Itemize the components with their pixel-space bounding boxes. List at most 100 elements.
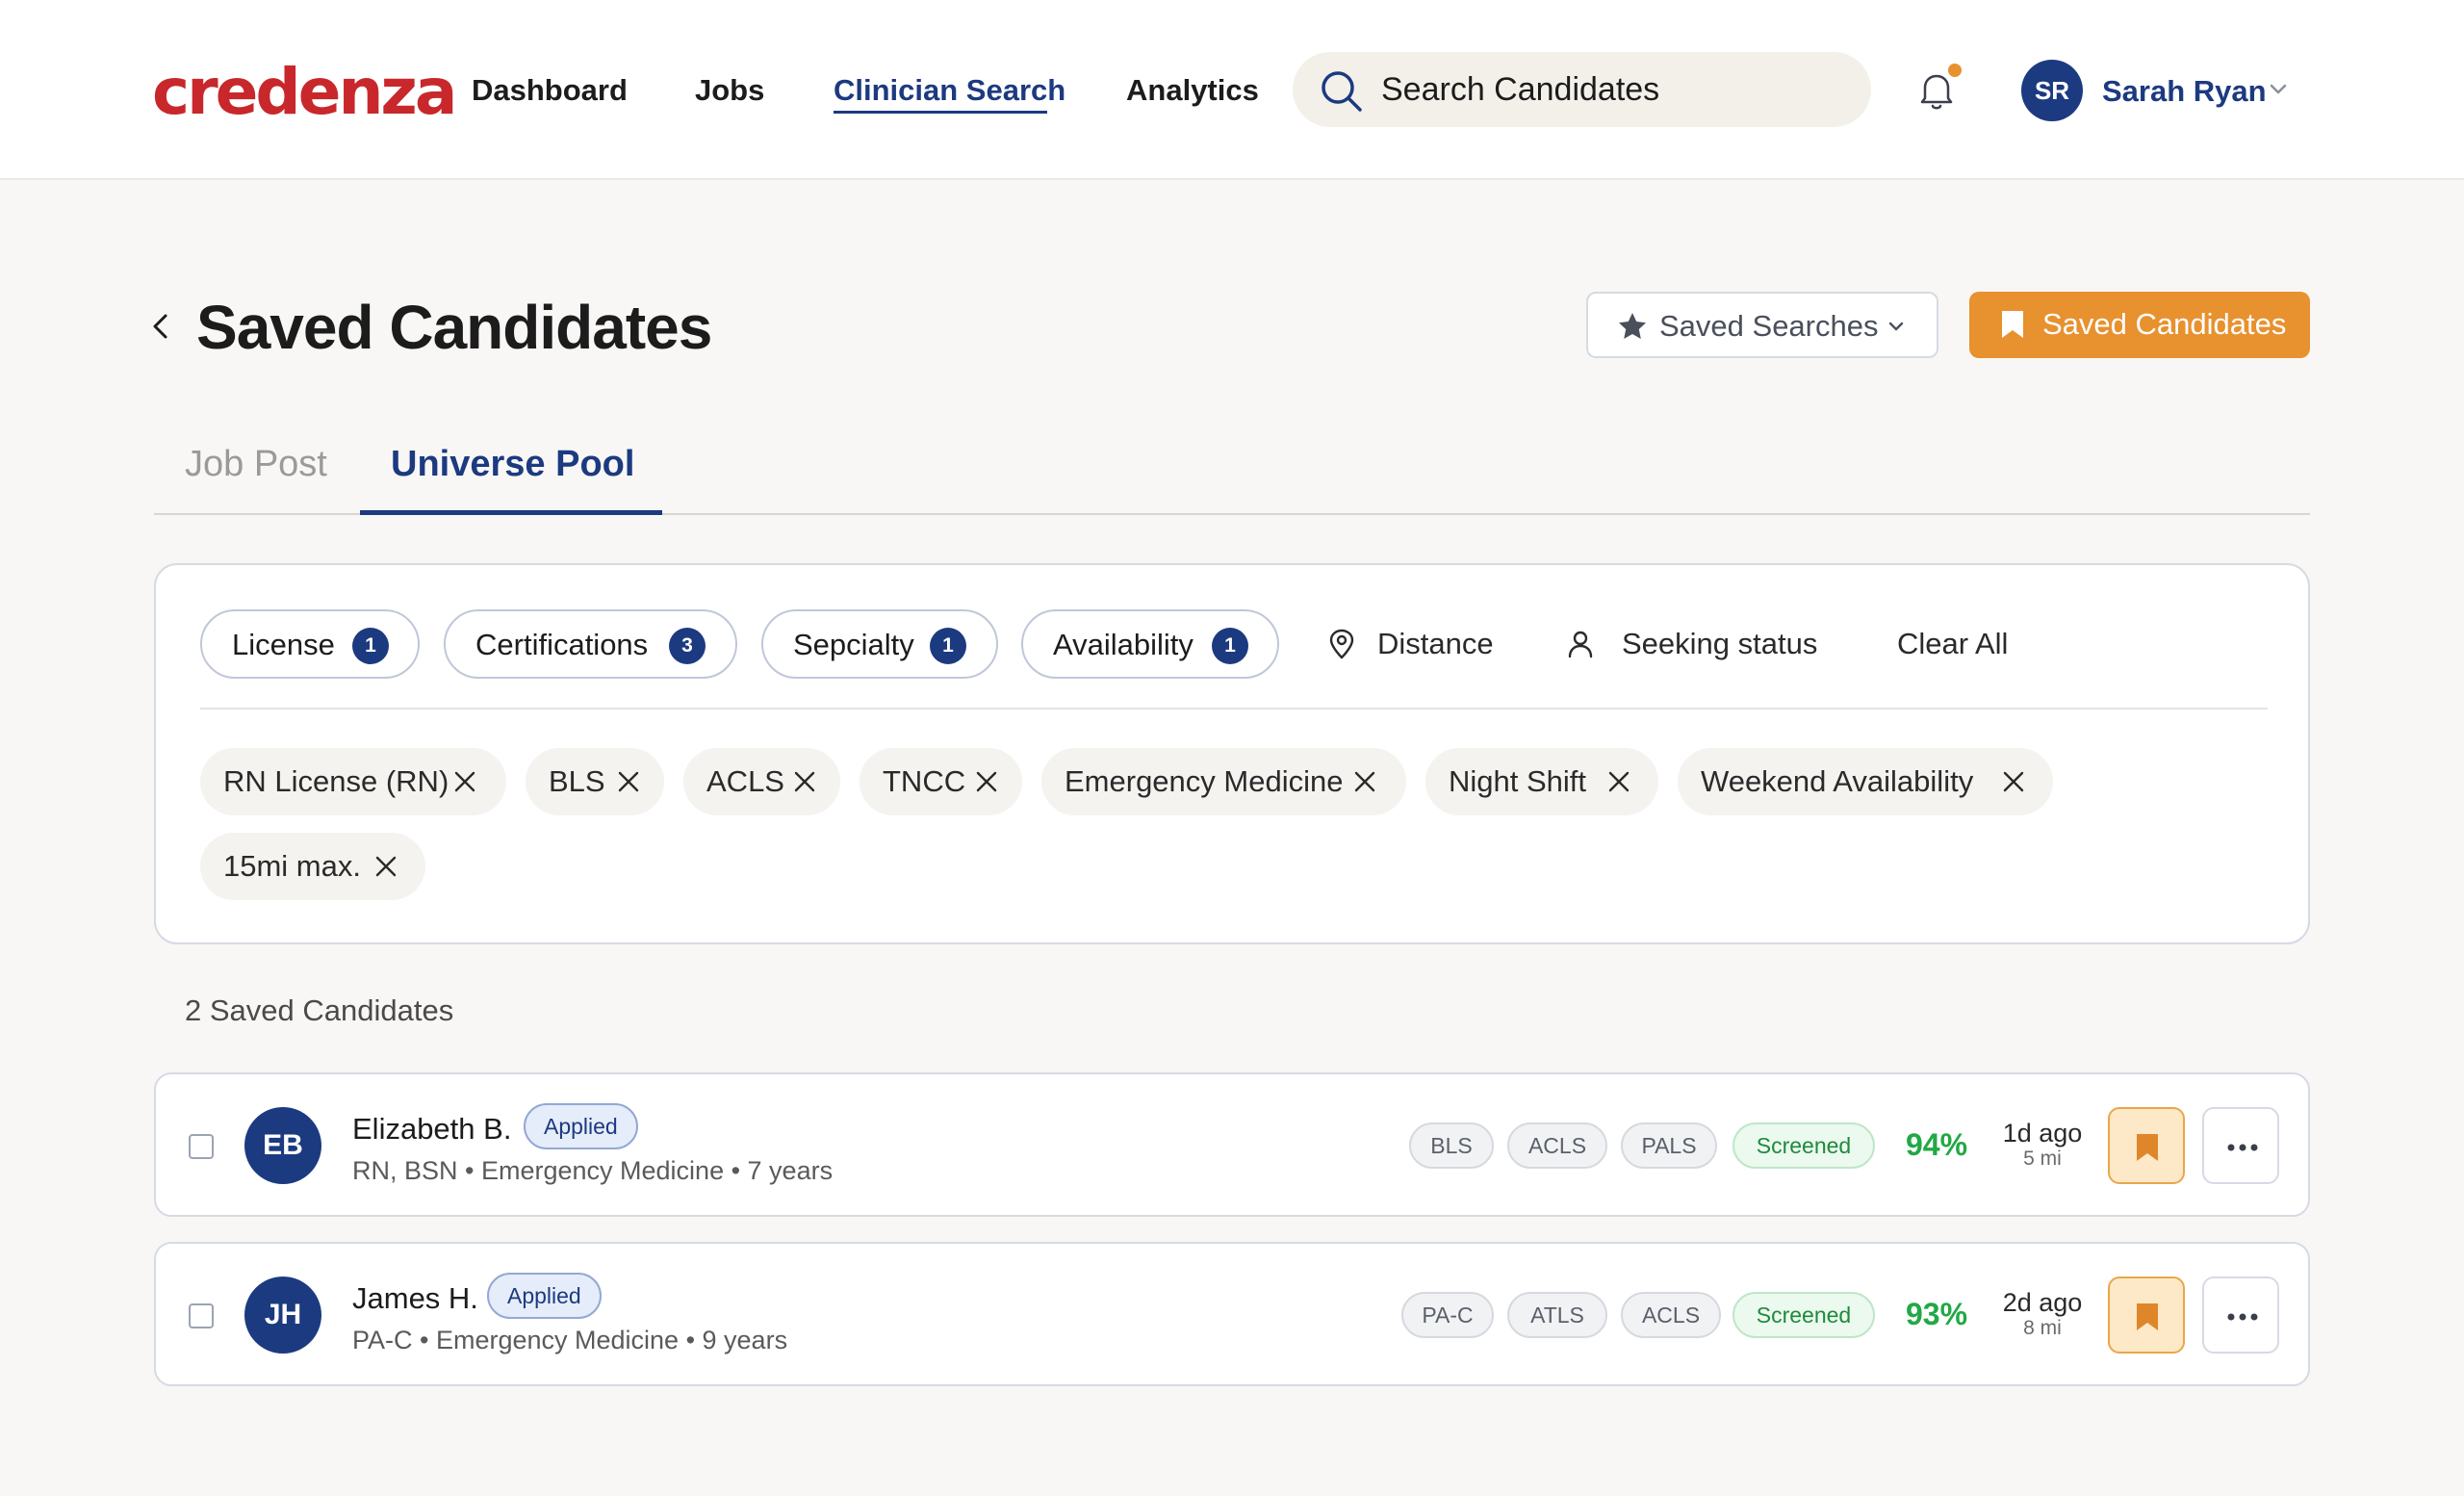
more-options-button[interactable] <box>2202 1107 2279 1184</box>
active-filter-tag[interactable]: Emergency Medicine <box>1041 748 1406 815</box>
filter-seeking-status[interactable]: Seeking status <box>1622 625 1817 663</box>
saved-searches-dropdown[interactable]: Saved Searches <box>1586 292 1938 358</box>
filter-count-badge: 3 <box>669 628 706 664</box>
select-checkbox[interactable] <box>189 1134 214 1159</box>
tag-label: Emergency Medicine <box>1065 764 1344 798</box>
filter-availability[interactable]: Availability 1 <box>1021 609 1279 679</box>
filter-label: Certifications <box>475 628 649 661</box>
close-icon[interactable] <box>616 769 641 794</box>
nav-analytics[interactable]: Analytics <box>1126 71 1259 110</box>
active-filter-tag[interactable]: Night Shift <box>1425 748 1658 815</box>
user-name[interactable]: Sarah Ryan <box>2102 72 2267 111</box>
saved-searches-label: Saved Searches <box>1659 309 1879 343</box>
bookmark-icon <box>2137 1134 2158 1161</box>
nav-active-indicator <box>834 111 1047 114</box>
clear-all-filters[interactable]: Clear All <box>1897 625 2008 663</box>
candidate-subtitle: PA-C • Emergency Medicine • 9 years <box>352 1326 788 1354</box>
filter-label: License <box>232 628 335 661</box>
active-filter-tag[interactable]: TNCC <box>860 748 1022 815</box>
bookmark-icon <box>2002 311 2023 338</box>
top-navigation-bar: credenza Dashboard Jobs Clinician Search… <box>0 0 2464 180</box>
nav-dashboard[interactable]: Dashboard <box>472 71 628 110</box>
filter-count-badge: 1 <box>930 628 966 664</box>
filter-panel: License 1 Certifications 3 Sepcialty 1 A… <box>154 563 2310 944</box>
cert-badge: ATLS <box>1507 1292 1607 1338</box>
filter-certifications[interactable]: Certifications 3 <box>444 609 737 679</box>
back-arrow-icon[interactable] <box>146 308 175 345</box>
candidate-avatar: EB <box>244 1107 321 1184</box>
status-badge: Applied <box>487 1273 602 1319</box>
more-icon <box>2227 1144 2258 1151</box>
tag-label: ACLS <box>706 764 784 798</box>
more-icon <box>2227 1313 2258 1321</box>
candidate-subtitle: RN, BSN • Emergency Medicine • 7 years <box>352 1156 834 1185</box>
candidate-avatar: JH <box>244 1277 321 1354</box>
status-badge: Applied <box>524 1103 638 1149</box>
tag-label: BLS <box>549 764 605 798</box>
user-avatar[interactable]: SR <box>2021 60 2083 121</box>
search-icon <box>1322 71 1362 112</box>
person-icon[interactable] <box>1566 629 1595 659</box>
cert-badge: PA-C <box>1401 1292 1494 1338</box>
save-candidate-button[interactable] <box>2108 1277 2185 1354</box>
candidate-card[interactable]: EB Elizabeth B. Applied RN, BSN • Emerge… <box>154 1072 2310 1217</box>
close-icon[interactable] <box>452 769 477 794</box>
close-icon[interactable] <box>974 769 999 794</box>
filter-distance[interactable]: Distance <box>1377 625 1494 663</box>
tab-job-post[interactable]: Job Post <box>185 443 327 485</box>
bookmark-icon <box>2137 1303 2158 1330</box>
active-filter-tag[interactable]: 15mi max. <box>200 833 425 900</box>
credenza-logo[interactable]: credenza <box>152 56 457 129</box>
more-options-button[interactable] <box>2202 1277 2279 1354</box>
tag-label: RN License (RN) <box>223 764 449 798</box>
saved-candidates-button[interactable]: Saved Candidates <box>1969 292 2310 358</box>
filter-license[interactable]: License 1 <box>200 609 420 679</box>
page-title: Saved Candidates <box>196 293 712 362</box>
tag-label: Weekend Availability <box>1701 764 1974 798</box>
cert-badge: BLS <box>1409 1122 1494 1169</box>
close-icon[interactable] <box>792 769 817 794</box>
filter-label: Sepcialty <box>793 628 914 661</box>
filter-count-badge: 1 <box>352 628 389 664</box>
screened-badge: Screened <box>1732 1122 1875 1169</box>
tab-active-indicator <box>360 510 662 515</box>
screened-badge: Screened <box>1732 1292 1875 1338</box>
location-pin-icon[interactable] <box>1327 629 1356 659</box>
match-score: 94% <box>1906 1127 1968 1162</box>
candidate-card[interactable]: JH James H. Applied PA-C • Emergency Med… <box>154 1242 2310 1386</box>
tag-label: Night Shift <box>1449 764 1587 798</box>
tag-label: 15mi max. <box>223 849 361 883</box>
saved-candidates-label: Saved Candidates <box>2042 307 2287 341</box>
active-filter-tag[interactable]: Weekend Availability <box>1678 748 2053 815</box>
select-checkbox[interactable] <box>189 1303 214 1328</box>
close-icon[interactable] <box>373 854 398 879</box>
cert-badge: ACLS <box>1507 1122 1607 1169</box>
last-active: 2d ago <box>2002 1288 2083 1317</box>
chevron-down-icon[interactable] <box>2268 79 2289 100</box>
search-candidates-input[interactable]: Search Candidates <box>1293 52 1871 127</box>
cert-badge: PALS <box>1621 1122 1717 1169</box>
active-filter-tag[interactable]: RN License (RN) <box>200 748 506 815</box>
candidate-name[interactable]: Elizabeth B. <box>352 1112 511 1147</box>
close-icon[interactable] <box>1352 769 1377 794</box>
nav-clinician-search[interactable]: Clinician Search <box>834 71 1065 110</box>
save-candidate-button[interactable] <box>2108 1107 2185 1184</box>
candidate-name[interactable]: James H. <box>352 1281 478 1316</box>
close-icon[interactable] <box>1606 769 1631 794</box>
tab-universe-pool[interactable]: Universe Pool <box>391 443 634 485</box>
search-placeholder: Search Candidates <box>1381 71 1660 108</box>
active-filter-tag[interactable]: BLS <box>526 748 664 815</box>
candidate-distance: 8 mi <box>2023 1317 2062 1339</box>
close-icon[interactable] <box>2001 769 2026 794</box>
cert-badge: ACLS <box>1621 1292 1721 1338</box>
filter-specialty[interactable]: Sepcialty 1 <box>761 609 998 679</box>
tag-label: TNCC <box>883 764 966 798</box>
chevron-down-icon <box>1888 322 1904 331</box>
result-count: 2 Saved Candidates <box>185 993 454 1027</box>
candidate-distance: 5 mi <box>2023 1148 2062 1170</box>
active-filter-tag[interactable]: ACLS <box>683 748 840 815</box>
nav-jobs[interactable]: Jobs <box>695 71 764 110</box>
star-icon <box>1619 313 1646 339</box>
filter-count-badge: 1 <box>1212 628 1248 664</box>
last-active: 1d ago <box>2002 1119 2083 1148</box>
